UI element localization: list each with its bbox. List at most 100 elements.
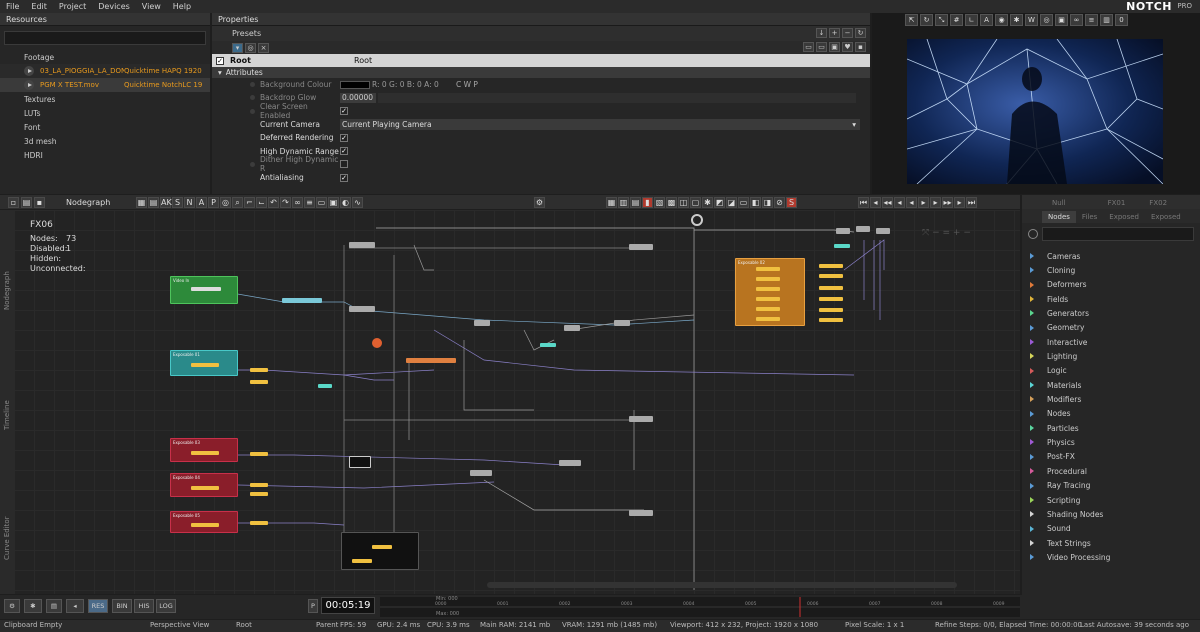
node-item[interactable]: [756, 317, 780, 321]
menu-view[interactable]: View: [136, 2, 167, 11]
res-button[interactable]: RES: [88, 599, 108, 613]
node-category-deformers[interactable]: Deformers: [1022, 278, 1200, 292]
node-item[interactable]: [349, 306, 375, 312]
snap-a-button[interactable]: A: [196, 196, 207, 208]
resources-search-input[interactable]: [4, 31, 206, 45]
zoom-reset-icon[interactable]: =: [943, 228, 951, 238]
target-icon[interactable]: ◎: [1040, 14, 1053, 26]
horizontal-scrollbar[interactable]: [487, 582, 957, 588]
view-icon[interactable]: ▩: [666, 196, 677, 208]
node-category-cloning[interactable]: Cloning: [1022, 263, 1200, 277]
group-exposable-05[interactable]: Exposable 05: [170, 511, 238, 533]
node-item[interactable]: [876, 228, 890, 234]
folder-textures[interactable]: Textures: [0, 92, 210, 106]
tab-exposed-2[interactable]: Exposed: [1145, 211, 1187, 223]
menu-devices[interactable]: Devices: [92, 2, 136, 11]
group-video-in[interactable]: Video In: [170, 276, 238, 304]
node-item[interactable]: [191, 486, 219, 490]
node-item[interactable]: [629, 416, 653, 422]
select-icon[interactable]: ⇱: [905, 14, 918, 26]
attributes-header[interactable]: ▾ Attributes: [212, 67, 870, 78]
side-tab-timeline[interactable]: Timeline: [3, 400, 11, 430]
wave-icon[interactable]: ∿: [352, 196, 363, 208]
stats-icon[interactable]: ▥: [1100, 14, 1113, 26]
step-forward-icon[interactable]: ▸: [930, 196, 941, 208]
scale-icon[interactable]: ⤡: [935, 14, 948, 26]
prop-antialiasing[interactable]: Antialiasing ✓: [212, 171, 870, 184]
undo-icon[interactable]: ↶: [268, 196, 279, 208]
node-category-modifiers[interactable]: Modifiers: [1022, 392, 1200, 406]
view-icon[interactable]: ▢: [690, 196, 701, 208]
node-item[interactable]: [352, 559, 372, 563]
colour-mode-buttons[interactable]: C W P: [456, 80, 478, 89]
prop-background-colour[interactable]: Background Colour R: 0 G: 0 B: 0 A: 0 C …: [212, 78, 870, 91]
view-icon[interactable]: ▦: [606, 196, 617, 208]
camera-icon[interactable]: ◉: [995, 14, 1008, 26]
prev-key-icon[interactable]: ◂: [870, 196, 881, 208]
group-exposable-04[interactable]: Exposable 04: [170, 473, 238, 497]
node-category-post-fx[interactable]: Post-FX: [1022, 450, 1200, 464]
node-category-sound[interactable]: Sound: [1022, 522, 1200, 536]
node-item[interactable]: [756, 297, 780, 301]
redo-icon[interactable]: ↷: [280, 196, 291, 208]
node-category-particles[interactable]: Particles: [1022, 421, 1200, 435]
his-button[interactable]: HIS: [134, 599, 154, 613]
filter-icon[interactable]: ▾: [232, 42, 243, 53]
node-category-materials[interactable]: Materials: [1022, 378, 1200, 392]
node-category-physics[interactable]: Physics: [1022, 435, 1200, 449]
view-icon[interactable]: S: [786, 196, 797, 208]
down-arrow-icon[interactable]: ↓: [816, 28, 827, 38]
view-icon[interactable]: ⊘: [774, 196, 785, 208]
log-button[interactable]: LOG: [156, 599, 176, 613]
layout-icon[interactable]: ▤: [148, 196, 159, 208]
view-icon[interactable]: ◫: [678, 196, 689, 208]
rotate-icon[interactable]: ↻: [920, 14, 933, 26]
target-icon[interactable]: ◎: [245, 42, 256, 53]
folder-font[interactable]: Font: [0, 120, 210, 134]
settings-gear-icon[interactable]: ⚙: [534, 196, 546, 208]
new-icon[interactable]: ▫: [8, 196, 19, 208]
node-category-lighting[interactable]: Lighting: [1022, 349, 1200, 363]
group-exposable-01[interactable]: Exposable 01: [170, 350, 238, 376]
view-icon[interactable]: ▥: [618, 196, 629, 208]
node-category-ray-tracing[interactable]: Ray Tracing: [1022, 479, 1200, 493]
node-item[interactable]: [372, 545, 392, 549]
ram-icon[interactable]: ▤: [46, 599, 62, 613]
tab-fx01[interactable]: FX01: [1102, 197, 1132, 209]
add-icon[interactable]: +: [829, 28, 840, 38]
checkbox[interactable]: ✓: [340, 107, 348, 116]
view-icon[interactable]: ▭: [738, 196, 749, 208]
node-item[interactable]: [819, 297, 843, 301]
checkbox[interactable]: ✓: [340, 147, 348, 156]
group-exposable-02[interactable]: Exposable 02: [735, 258, 805, 326]
axis-icon[interactable]: ∟: [965, 14, 978, 26]
node-category-geometry[interactable]: Geometry: [1022, 321, 1200, 335]
side-tab-nodegraph[interactable]: Nodegraph: [3, 271, 11, 310]
folder-luts[interactable]: LUTs: [0, 106, 210, 120]
prop-dither[interactable]: Dither High Dynamic R: [212, 155, 870, 173]
folder-icon[interactable]: ▤: [21, 196, 32, 208]
prop-current-camera[interactable]: Current Camera Current Playing Camera ▾: [212, 118, 870, 131]
node-category-cameras[interactable]: Cameras: [1022, 249, 1200, 263]
node-item[interactable]: [470, 470, 492, 476]
node-category-interactive[interactable]: Interactive: [1022, 335, 1200, 349]
save-icon[interactable]: ▪: [34, 196, 45, 208]
grid-icon[interactable]: #: [950, 14, 963, 26]
node-category-shading-nodes[interactable]: Shading Nodes: [1022, 507, 1200, 521]
pause-icon[interactable]: P: [308, 599, 318, 613]
side-tab-curve-editor[interactable]: Curve Editor: [3, 516, 11, 560]
checkbox[interactable]: ✓: [340, 133, 348, 142]
color-view-icon[interactable]: ▮: [642, 196, 653, 208]
node-item[interactable]: [191, 523, 219, 527]
world-icon[interactable]: W: [1025, 14, 1038, 26]
snap-p-button[interactable]: P: [208, 196, 219, 208]
tab-exposed[interactable]: Exposed: [1103, 211, 1145, 223]
fast-forward-icon[interactable]: ▸▸: [942, 196, 953, 208]
paste-icon[interactable]: ▭: [816, 42, 827, 52]
save-icon[interactable]: ▣: [829, 42, 840, 52]
node-category-fields[interactable]: Fields: [1022, 292, 1200, 306]
menu-project[interactable]: Project: [53, 2, 92, 11]
link-icon[interactable]: ∞: [1070, 14, 1083, 26]
node-item[interactable]: [819, 318, 843, 322]
node-item[interactable]: [819, 274, 843, 278]
